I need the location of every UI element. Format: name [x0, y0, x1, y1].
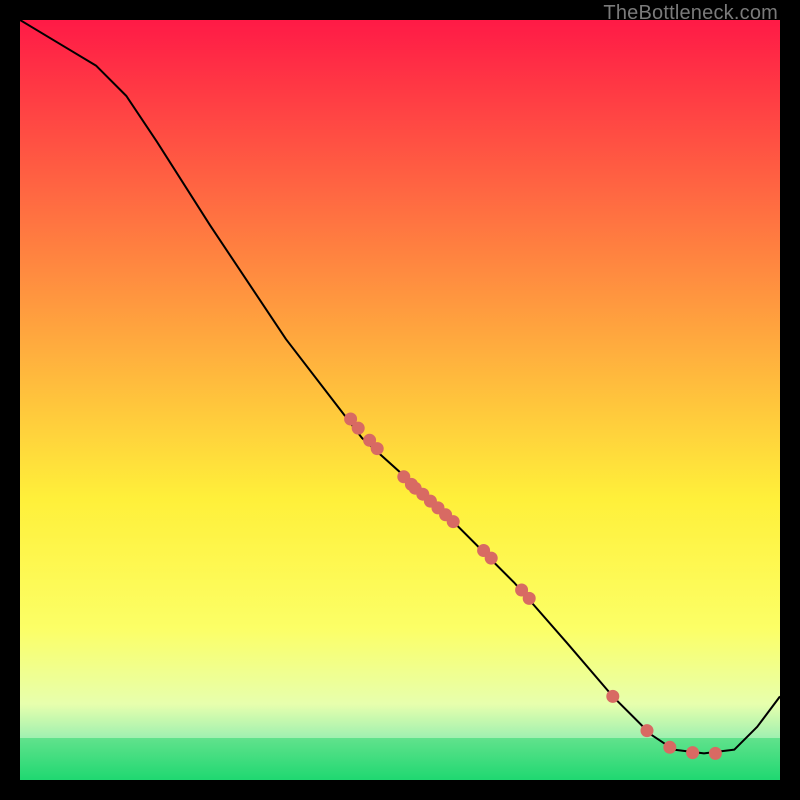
chart-frame: TheBottleneck.com — [0, 0, 800, 800]
bottleneck-curve — [20, 20, 780, 753]
data-markers — [344, 413, 722, 760]
plot-area — [20, 20, 780, 780]
data-marker — [447, 515, 460, 528]
data-marker — [523, 592, 536, 605]
data-marker — [686, 746, 699, 759]
data-marker — [709, 747, 722, 760]
chart-svg — [20, 20, 780, 780]
data-marker — [371, 442, 384, 455]
data-marker — [606, 690, 619, 703]
data-marker — [663, 741, 676, 754]
data-marker — [641, 724, 654, 737]
data-marker — [352, 422, 365, 435]
data-marker — [485, 552, 498, 565]
